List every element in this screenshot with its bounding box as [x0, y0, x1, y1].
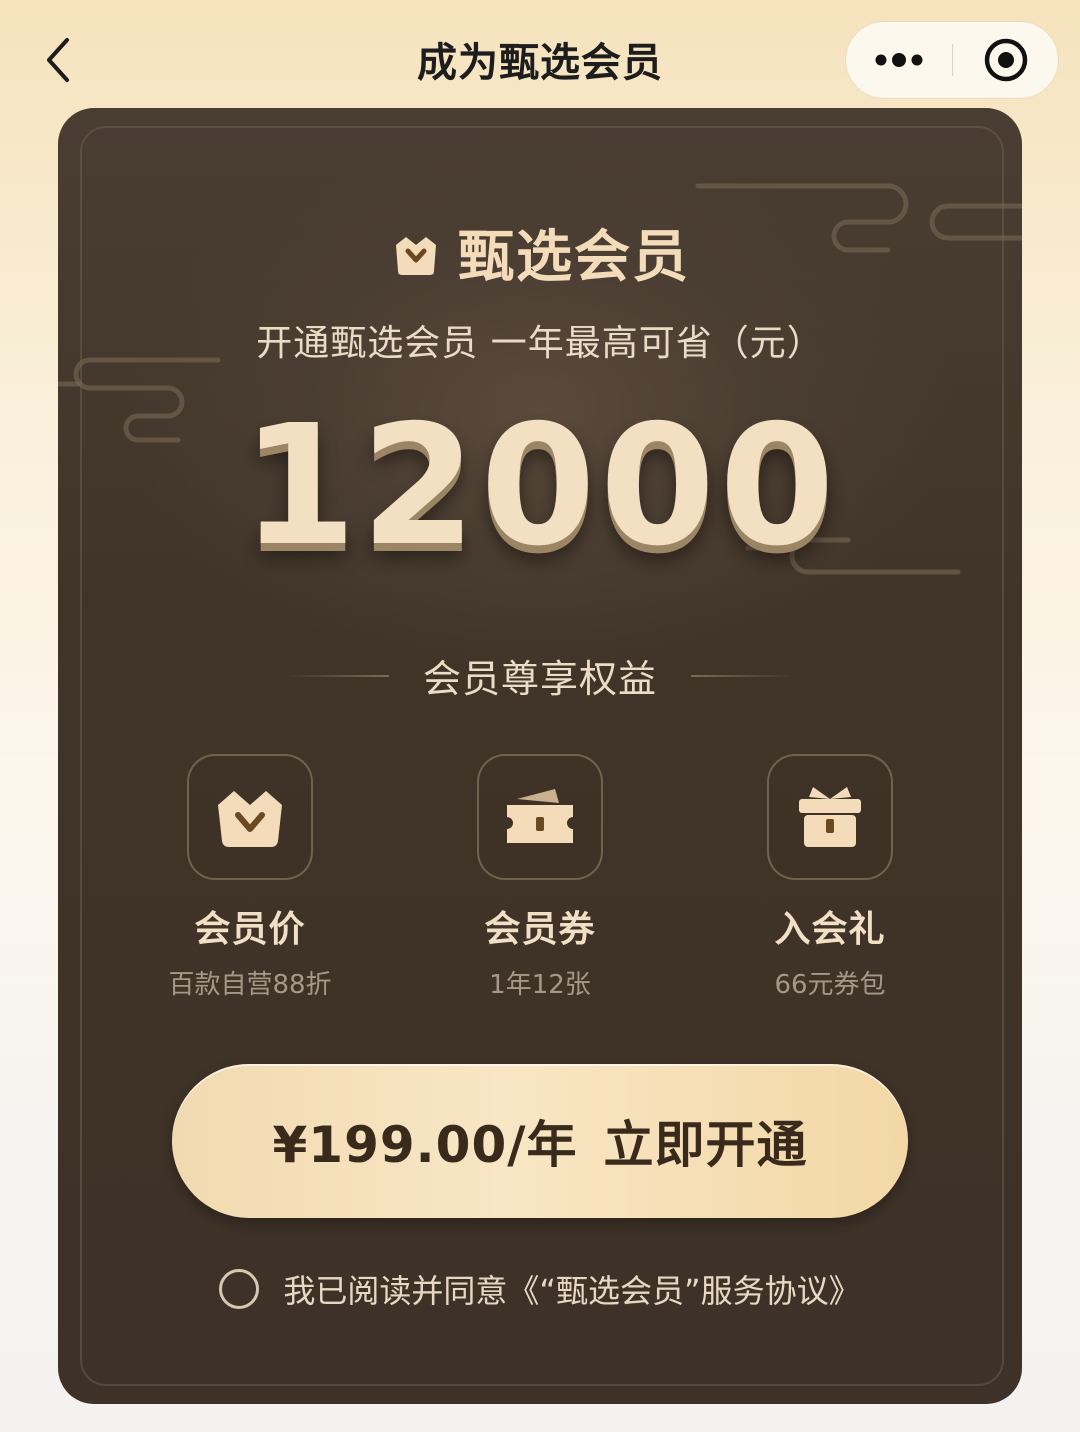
divider-line-right [691, 674, 795, 677]
more-dots-icon [875, 53, 923, 67]
benefit-title: 入会礼 [774, 909, 886, 950]
subscribe-button[interactable]: ¥199.00/年 立即开通 [172, 1064, 908, 1218]
ticket-icon [507, 789, 573, 843]
crown-bag-icon [218, 791, 282, 847]
brand-name: 甄选会员 [458, 225, 690, 290]
agreement-prefix: 我已阅读并同意 [283, 1272, 508, 1310]
gift-box-icon [799, 787, 861, 847]
subscribe-price: ¥199.00/年 [272, 1116, 578, 1174]
benefit-icon-box [187, 754, 313, 880]
mini-program-capsule [846, 22, 1058, 98]
benefit-title: 会员价 [194, 909, 306, 950]
divider-line-left [284, 674, 389, 677]
savings-subtitle: 开通甄选会员 一年最高可省（元） [256, 323, 824, 364]
benefits-list: 会员价 百款自营88折 会员券 1年12张 入会礼 66元券包 [58, 754, 1022, 1000]
brand-header: 甄选会员 [58, 212, 1022, 293]
agreement-checkbox[interactable] [219, 1269, 260, 1309]
membership-card: 甄选会员 开通甄选会员 一年最高可省（元） 12000 会员尊享权益 会员价 百… [58, 108, 1022, 1404]
benefit-title: 会员券 [484, 909, 596, 950]
target-close-icon [984, 38, 1027, 82]
savings-amount: 12000 [241, 390, 839, 583]
benefit-desc: 66元券包 [774, 970, 886, 1000]
navigation-bar: 成为甄选会员 [0, 0, 1080, 118]
more-button[interactable] [846, 22, 952, 98]
benefit-member-coupon[interactable]: 会员券 1年12张 [420, 754, 660, 1001]
agreement-text: 我已阅读并同意《“甄选会员”服务协议》 [283, 1266, 860, 1312]
benefits-title: 会员尊享权益 [422, 657, 657, 701]
benefit-welcome-gift[interactable]: 入会礼 66元券包 [710, 754, 950, 1001]
benefit-desc: 1年12张 [489, 970, 591, 1000]
benefits-heading: 会员尊享权益 [58, 648, 1022, 703]
benefit-member-price[interactable]: 会员价 百款自营88折 [130, 754, 370, 1001]
agreement-link[interactable]: 《“甄选会员”服务协议》 [507, 1272, 860, 1310]
benefit-icon-box [477, 754, 603, 880]
benefit-icon-box [767, 754, 893, 880]
subscribe-action: 立即开通 [603, 1116, 808, 1174]
agreement-row: 我已阅读并同意《“甄选会员”服务协议》 [58, 1266, 1022, 1312]
close-button[interactable] [953, 22, 1058, 98]
benefit-desc: 百款自营88折 [168, 970, 332, 1000]
crown-bag-icon [396, 236, 436, 275]
